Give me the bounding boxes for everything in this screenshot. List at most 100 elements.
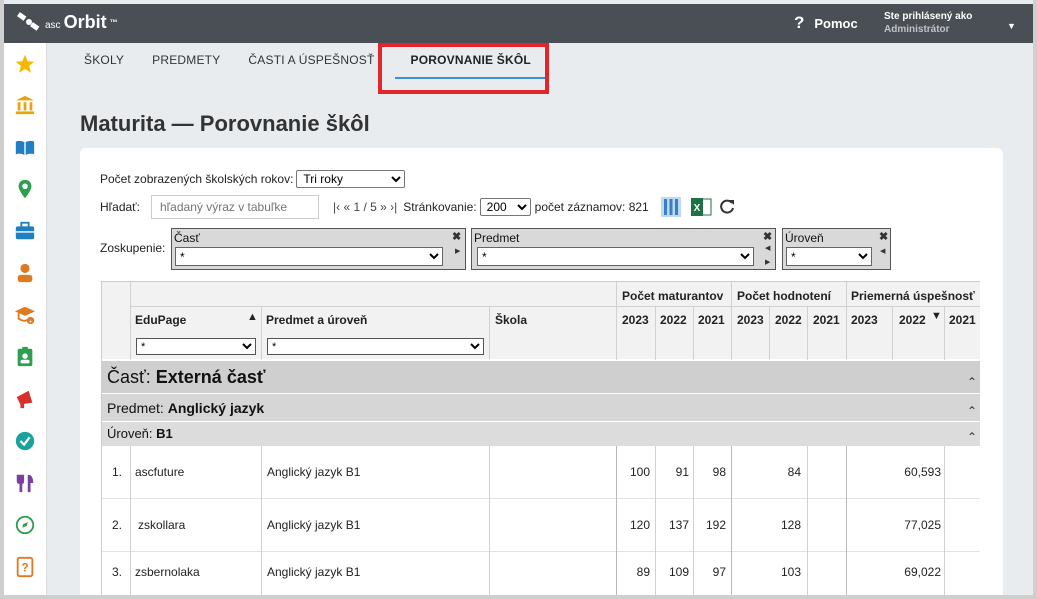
- cell-m2022: 91: [675, 465, 689, 479]
- satellite-icon: [17, 12, 40, 31]
- student-icon[interactable]: [13, 261, 37, 285]
- cell-u2022: 60,593: [904, 465, 941, 479]
- group-cast-label: Časť: [174, 231, 200, 245]
- tab-predmety[interactable]: PREDMETY: [138, 43, 234, 79]
- cell-h2022: 103: [780, 565, 801, 579]
- header-year-2021[interactable]: 2021: [949, 313, 976, 327]
- cell-predmet: Anglický jazyk B1: [267, 518, 361, 532]
- table-row[interactable]: 2. zskollara Anglický jazyk B1 120 137 1…: [102, 499, 980, 552]
- table-row[interactable]: 3. zsbernolaka Anglický jazyk B1 89 109 …: [102, 552, 980, 599]
- grouping-row: Zoskupenie:: [100, 241, 165, 255]
- filter-edupage[interactable]: *: [136, 338, 256, 355]
- paging-select[interactable]: 200: [479, 198, 531, 216]
- columns-icon[interactable]: [660, 196, 682, 218]
- row-number: 1.: [112, 465, 123, 479]
- food-icon[interactable]: [13, 471, 37, 495]
- sort-desc-icon[interactable]: ▼: [931, 310, 942, 322]
- excel-icon[interactable]: X: [690, 196, 712, 218]
- group-cast-select[interactable]: *: [175, 247, 443, 266]
- group-uroven-key: Úroveň:: [107, 426, 153, 441]
- close-icon[interactable]: ✖: [452, 230, 461, 243]
- help-icon: ?: [794, 13, 805, 32]
- pager[interactable]: |‹ « 1 / 5 » ›|: [333, 200, 397, 214]
- arrow-left-icon[interactable]: ◀: [880, 247, 885, 255]
- filter-predmet[interactable]: *: [267, 338, 484, 355]
- header-priemerna-uspesnost[interactable]: Priemerná úspešnosť: [851, 289, 975, 303]
- group-predmet-key: Predmet:: [107, 400, 164, 416]
- help-label: Pomoc: [814, 15, 858, 31]
- svg-text:+: +: [29, 318, 33, 325]
- years-select[interactable]: Tri roky: [296, 170, 406, 188]
- cell-edupage[interactable]: zskollara: [138, 518, 185, 532]
- group-predmet-select[interactable]: *: [477, 247, 754, 266]
- check-circle-icon[interactable]: [13, 429, 37, 453]
- clipboard-user-icon[interactable]: [13, 345, 37, 369]
- group-cast-key: Časť:: [107, 367, 151, 387]
- header-pocet-hodnoteni[interactable]: Počet hodnotení: [737, 289, 831, 303]
- collapse-icon[interactable]: ⌃: [967, 375, 977, 389]
- cell-m2021: 98: [712, 465, 726, 479]
- row-number: 3.: [112, 565, 123, 579]
- record-count: počet záznamov: 821: [534, 200, 649, 214]
- arrow-right-icon[interactable]: ▶: [455, 247, 460, 255]
- tab-casti-a-uspesnost[interactable]: ČASTI A ÚSPEŠNOSŤ: [234, 43, 388, 79]
- header-year-2022[interactable]: 2022: [775, 313, 802, 327]
- collapse-icon[interactable]: ⌃: [967, 430, 977, 444]
- cell-m2022: 137: [668, 518, 689, 532]
- close-icon[interactable]: ✖: [763, 230, 772, 243]
- header-year-2023[interactable]: 2023: [737, 313, 764, 327]
- group-predmet-value: Anglický jazyk: [167, 400, 265, 416]
- user-menu[interactable]: Ste prihlásený ako Administrátor: [884, 10, 972, 36]
- chevron-down-icon[interactable]: ▼: [1007, 21, 1016, 31]
- table-row[interactable]: 1. ascfuture Anglický jazyk B1 100 91 98…: [102, 446, 980, 499]
- comparison-table: Počet maturantov Počet hodnotení Priemer…: [101, 281, 980, 599]
- megaphone-icon[interactable]: [13, 387, 37, 411]
- graduation-add-icon[interactable]: +: [13, 303, 37, 327]
- arrow-right-icon[interactable]: ▶: [765, 258, 770, 266]
- grouping-label: Zoskupenie:: [100, 241, 166, 255]
- refresh-icon[interactable]: [716, 196, 738, 218]
- location-pin-icon[interactable]: [13, 177, 37, 201]
- cell-edupage[interactable]: ascfuture: [135, 465, 184, 479]
- collapse-icon[interactable]: ⌃: [967, 404, 977, 418]
- search-input[interactable]: [151, 195, 319, 219]
- header-edupage[interactable]: EduPage: [135, 313, 186, 327]
- help-book-icon[interactable]: ?: [13, 555, 37, 579]
- compass-icon[interactable]: [13, 513, 37, 537]
- header-year-2023[interactable]: 2023: [851, 313, 878, 327]
- ascorbit-logo[interactable]: asc Orbit ™: [16, 11, 118, 33]
- header-year-2021[interactable]: 2021: [698, 313, 725, 327]
- star-icon[interactable]: [13, 52, 37, 76]
- cell-h2022: 128: [780, 518, 801, 532]
- group-row-cast[interactable]: Časť: Externá časť ⌃: [102, 361, 980, 393]
- help-button[interactable]: ? Pomoc: [794, 13, 858, 33]
- tab-skoly[interactable]: ŠKOLY: [70, 43, 138, 79]
- sort-asc-icon[interactable]: ▲: [247, 311, 258, 323]
- header-year-2022[interactable]: 2022: [660, 313, 687, 327]
- header-skola[interactable]: Škola: [495, 313, 527, 327]
- arrow-left-icon[interactable]: ◀: [765, 244, 770, 252]
- bank-icon[interactable]: [13, 93, 37, 117]
- group-cast-value: Externá časť: [155, 367, 266, 387]
- group-row-uroven[interactable]: Úroveň: B1 ⌃: [102, 422, 980, 446]
- header-predmet-a-uroven[interactable]: Predmet a úroveň: [266, 313, 367, 327]
- svg-text:?: ?: [21, 561, 28, 575]
- years-row: Počet zobrazených školských rokov: Tri r…: [100, 170, 406, 188]
- briefcase-icon[interactable]: [13, 219, 37, 243]
- cell-edupage[interactable]: zsbernolaka: [135, 565, 200, 579]
- header-year-2021[interactable]: 2021: [813, 313, 840, 327]
- header-year-2022[interactable]: 2022: [899, 313, 926, 327]
- cell-m2021: 192: [705, 518, 726, 532]
- cell-u2022: 69,022: [904, 565, 941, 579]
- user-name: Administrátor: [884, 24, 950, 35]
- close-icon[interactable]: ✖: [879, 230, 888, 243]
- header-pocet-maturantov[interactable]: Počet maturantov: [622, 289, 723, 303]
- logo-tm: ™: [109, 17, 118, 27]
- group-uroven-select[interactable]: *: [786, 247, 872, 266]
- page-title: Maturita — Porovnanie škôl: [80, 111, 370, 136]
- group-row-predmet[interactable]: Predmet: Anglický jazyk ⌃: [102, 394, 980, 421]
- years-label: Počet zobrazených školských rokov:: [100, 172, 294, 186]
- book-icon[interactable]: [13, 136, 37, 160]
- search-label: Hľadať:: [100, 200, 141, 214]
- header-year-2023[interactable]: 2023: [622, 313, 649, 327]
